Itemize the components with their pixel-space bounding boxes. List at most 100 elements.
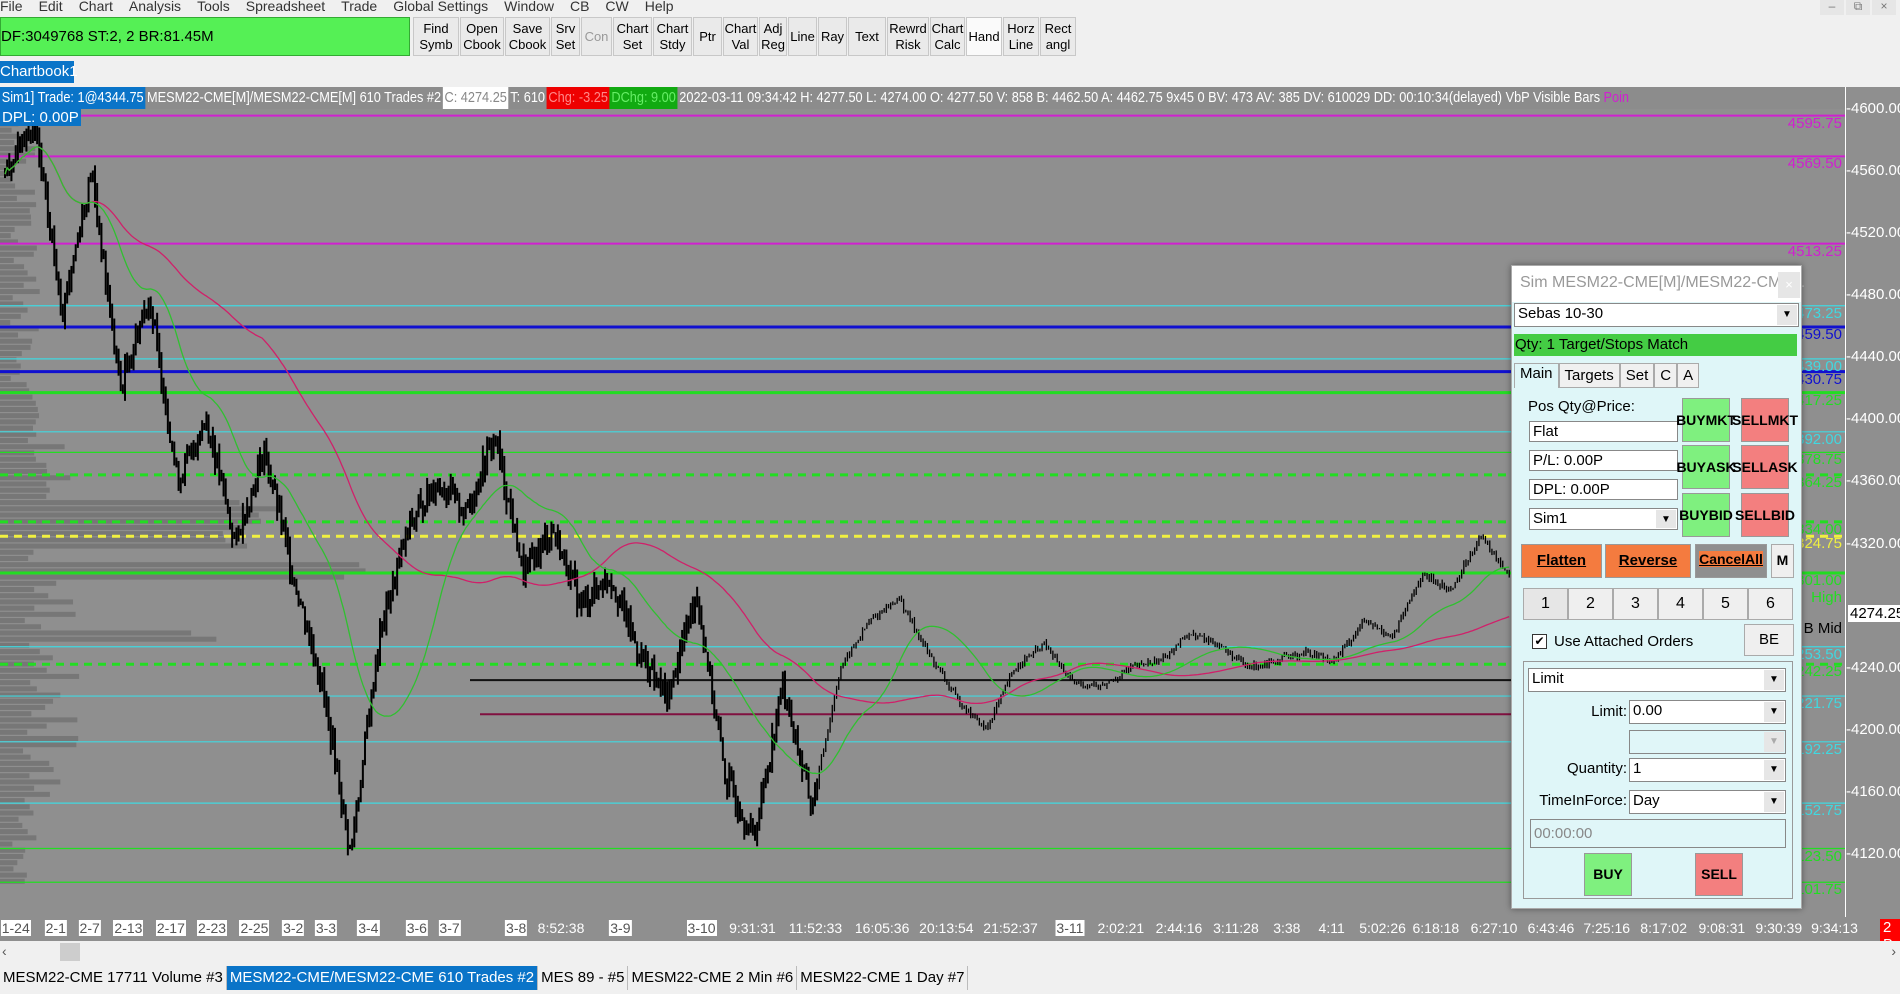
level-label: 392.00: [1796, 430, 1842, 448]
volume-profile-bar: [0, 649, 40, 655]
toolbar-button-rewrd-risk[interactable]: Rewrd Risk: [887, 17, 929, 56]
quick-qty-buttons: 123456: [1523, 588, 1793, 620]
menu-chart[interactable]: Chart: [79, 0, 113, 14]
reverse-button[interactable]: Reverse: [1605, 544, 1691, 578]
m-button[interactable]: M: [1771, 544, 1794, 578]
quick-qty-5[interactable]: 5: [1703, 588, 1748, 620]
account-select[interactable]: Sim1 ▼: [1529, 508, 1678, 530]
trade-tab-c[interactable]: C: [1654, 363, 1678, 388]
quick-qty-1[interactable]: 1: [1523, 588, 1568, 620]
menu-cw[interactable]: CW: [605, 0, 628, 14]
toolbar-button-con[interactable]: Con: [581, 17, 612, 56]
chart-tab[interactable]: MESM22-CME 17711 Volume #3: [0, 966, 227, 990]
volume-profile-bar: [0, 549, 34, 555]
limit-price-select[interactable]: 0.00 ▼: [1629, 700, 1786, 724]
volume-profile-bar: [0, 829, 28, 835]
menu-spreadsheet[interactable]: Spreadsheet: [246, 0, 325, 14]
toolbar-button-ray[interactable]: Ray: [818, 17, 847, 56]
quantity-select[interactable]: 1 ▼: [1629, 758, 1786, 782]
quick-qty-3[interactable]: 3: [1613, 588, 1658, 620]
toolbar-button-horz-line[interactable]: Horz Line: [1003, 17, 1039, 56]
menu-global-settings[interactable]: Global Settings: [393, 0, 488, 14]
sell-ask-button[interactable]: SELL ASK: [1732, 445, 1798, 489]
toolbar-button-find-symb[interactable]: Find Symb: [413, 17, 459, 56]
volume-profile-bar: [0, 822, 23, 828]
use-attached-label: Use Attached Orders: [1554, 633, 1694, 650]
volume-profile-bar: [0, 438, 28, 444]
buy-ask-button[interactable]: BUY ASK: [1676, 445, 1736, 489]
menu-tools[interactable]: Tools: [197, 0, 230, 14]
restore-button[interactable]: ⧉: [1846, 0, 1870, 15]
minimize-button[interactable]: –: [1820, 0, 1844, 15]
flatten-button[interactable]: Flatten: [1521, 544, 1602, 578]
sell-market-button[interactable]: SELL MKT: [1732, 398, 1798, 442]
time-axis[interactable]: 1-24 2-1 2-7 2-13 2-17 2-23 2-25 3-2 3-3 3-4 3-6 3-…: [0, 917, 1900, 941]
toolbar-button-ptr[interactable]: Ptr: [693, 17, 722, 56]
chart-tab[interactable]: MESM22-CME/MESM22-CME 610 Trades #2: [226, 966, 539, 990]
scroll-right-icon[interactable]: ›: [1891, 943, 1896, 959]
order-type-select[interactable]: Limit ▼: [1528, 668, 1786, 692]
toolbar-button-chart-calc[interactable]: Chart Calc: [930, 17, 965, 56]
buy-bid-button[interactable]: BUY BID: [1679, 493, 1733, 537]
volume-profile-bar: [0, 332, 19, 338]
toolbar-button-line[interactable]: Line: [788, 17, 817, 56]
toolbar-button-chart-stdy[interactable]: Chart Stdy: [653, 17, 692, 56]
time-field[interactable]: 00:00:00: [1530, 819, 1786, 848]
close-icon[interactable]: ×: [1778, 272, 1800, 298]
time-tick: 20:13:54: [919, 920, 974, 936]
breakeven-button[interactable]: BE: [1744, 624, 1794, 656]
trade-tab-a[interactable]: A: [1677, 363, 1700, 388]
menu-help[interactable]: Help: [645, 0, 674, 14]
toolbar-button-adj-reg[interactable]: Adj Reg: [759, 17, 787, 56]
level-label: 123.50: [1796, 847, 1842, 865]
pl-field: P/L: 0.00P: [1529, 450, 1678, 471]
tif-select[interactable]: Day ▼: [1629, 790, 1786, 814]
config-select[interactable]: Sebas 10-30 ▼: [1514, 303, 1799, 327]
menu-window[interactable]: Window: [504, 0, 554, 14]
toolbar-button-text[interactable]: Text: [848, 17, 886, 56]
trade-tabs: Main Targets Set C A: [1514, 363, 1700, 388]
trade-tab-targets[interactable]: Targets: [1558, 363, 1620, 388]
close-window-button[interactable]: ×: [1872, 0, 1896, 15]
toolbar-button-hand[interactable]: Hand: [966, 17, 1002, 56]
toolbar-button-open-cbook[interactable]: Open Cbook: [460, 17, 504, 56]
scroll-thumb[interactable]: [60, 943, 80, 961]
menu-analysis[interactable]: Analysis: [129, 0, 181, 14]
toolbar-button-chart-set[interactable]: Chart Set: [613, 17, 652, 56]
toolbar-button-rect-angl[interactable]: Rect angl: [1040, 17, 1076, 56]
sell-button[interactable]: SELL: [1695, 853, 1743, 896]
chart-tab[interactable]: MES 89 - #5: [538, 966, 629, 990]
scroll-left-icon[interactable]: ‹: [2, 943, 7, 959]
quick-qty-6[interactable]: 6: [1748, 588, 1793, 620]
use-attached-checkbox[interactable]: ✔: [1532, 634, 1547, 649]
menu-cb[interactable]: CB: [570, 0, 589, 14]
quick-qty-4[interactable]: 4: [1658, 588, 1703, 620]
trade-tab-main[interactable]: Main: [1514, 363, 1559, 388]
price-tick: -4360.00: [1846, 472, 1900, 490]
buy-market-button[interactable]: BUY MKT: [1676, 398, 1736, 442]
cancel-all-button[interactable]: CancelAll: [1695, 544, 1767, 578]
level-label: 4595.75: [1787, 114, 1842, 132]
price-axis[interactable]: -4600.00 -4560.00 -4520.00 -4480.00 -4440.00…: [1845, 87, 1900, 917]
level-label: 253.50: [1796, 645, 1842, 663]
time-badge: 2 B: [1880, 919, 1900, 941]
menu-bar: File Edit Chart Analysis Tools Spreadsheet Tra…: [0, 0, 1900, 15]
trade-tab-set[interactable]: Set: [1619, 363, 1655, 388]
menu-trade[interactable]: Trade: [341, 0, 377, 14]
menu-edit[interactable]: Edit: [39, 0, 63, 14]
chart-tab[interactable]: MESM22-CME 2 Min #6: [628, 966, 798, 990]
toolbar-button-save-cbook[interactable]: Save Cbook: [505, 17, 550, 56]
chart-tab[interactable]: MESM22-CME 1 Day #7: [797, 966, 969, 990]
change: Chg: -3.25: [546, 87, 610, 109]
buy-button[interactable]: BUY: [1584, 853, 1632, 896]
toolbar-button-srv-set[interactable]: Srv Set: [551, 17, 580, 56]
sell-bid-button[interactable]: SELL BID: [1735, 493, 1795, 537]
level-label: 4513.25: [1787, 242, 1842, 260]
quick-qty-2[interactable]: 2: [1568, 588, 1613, 620]
horizontal-scrollbar[interactable]: ‹ ›: [0, 941, 1900, 963]
chartbook-tab[interactable]: Chartbook1: [0, 61, 78, 83]
position-field: Flat: [1529, 421, 1678, 442]
menu-file[interactable]: File: [0, 0, 23, 14]
volume-profile-bar: [0, 580, 57, 586]
toolbar-button-chart-val[interactable]: Chart Val: [723, 17, 758, 56]
